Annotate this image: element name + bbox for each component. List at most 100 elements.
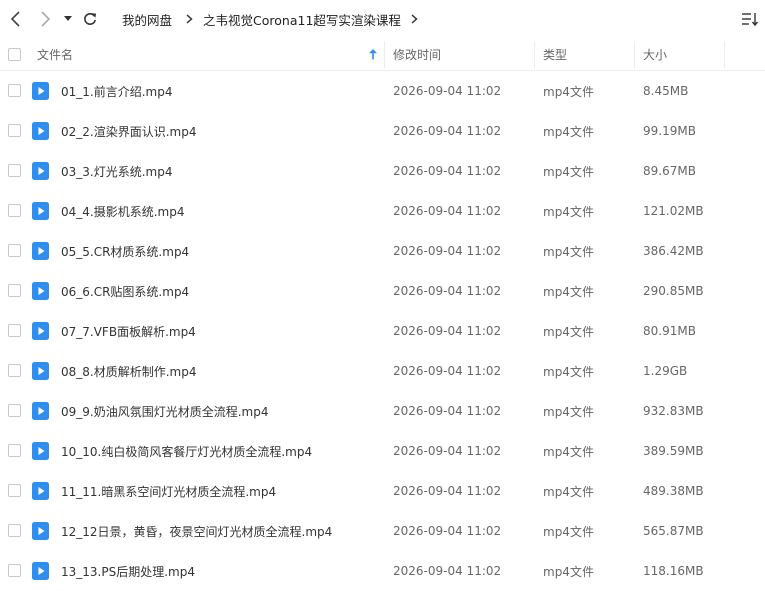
file-name[interactable]: 04_4.摄影机系统.mp4 [61, 191, 184, 231]
row-checkbox[interactable] [8, 364, 21, 377]
file-row[interactable]: 09_9.奶油风氛围灯光材质全流程.mp4 2026-09-04 11:02 m… [0, 391, 765, 431]
video-file-icon [32, 82, 49, 100]
row-checkbox[interactable] [8, 284, 21, 297]
file-modified: 2026-09-04 11:02 [393, 124, 502, 138]
column-header: 文件名 修改时间 类型 大小 [0, 39, 765, 71]
file-type: mp4文件 [543, 204, 594, 219]
file-modified: 2026-09-04 11:02 [393, 444, 502, 458]
column-divider[interactable] [384, 41, 385, 68]
refresh-button[interactable] [80, 9, 100, 29]
file-row[interactable]: 04_4.摄影机系统.mp4 2026-09-04 11:02 mp4文件 12… [0, 191, 765, 231]
file-name[interactable]: 12_12日景，黄昏，夜景空间灯光材质全流程.mp4 [61, 511, 332, 551]
row-checkbox[interactable] [8, 524, 21, 537]
file-row[interactable]: 08_8.材质解析制作.mp4 2026-09-04 11:02 mp4文件 1… [0, 351, 765, 391]
row-checkbox[interactable] [8, 244, 21, 257]
video-file-icon [32, 482, 49, 500]
row-checkbox[interactable] [8, 404, 21, 417]
file-name[interactable]: 08_8.材质解析制作.mp4 [61, 351, 196, 391]
file-row[interactable]: 10_10.纯白极简风客餐厅灯光材质全流程.mp4 2026-09-04 11:… [0, 431, 765, 471]
column-type-header[interactable]: 类型 [543, 39, 567, 70]
file-modified: 2026-09-04 11:02 [393, 404, 502, 418]
row-checkbox[interactable] [8, 124, 21, 137]
file-type: mp4文件 [543, 164, 594, 179]
row-checkbox[interactable] [8, 484, 21, 497]
column-name-header[interactable]: 文件名 [37, 39, 73, 70]
video-file-icon [32, 562, 49, 580]
file-type: mp4文件 [543, 84, 594, 99]
breadcrumb: 我的网盘 之韦视觉Corona11超写实渲染课程 [122, 10, 418, 28]
file-modified: 2026-09-04 11:02 [393, 524, 502, 538]
video-file-icon [32, 522, 49, 540]
file-row[interactable]: 11_11.暗黑系空间灯光材质全流程.mp4 2026-09-04 11:02 … [0, 471, 765, 511]
video-file-icon [32, 282, 49, 300]
file-name[interactable]: 06_6.CR贴图系统.mp4 [61, 271, 189, 311]
file-size: 489.38MB [643, 484, 704, 498]
file-size: 565.87MB [643, 524, 704, 538]
breadcrumb-expand-icon[interactable] [411, 14, 418, 24]
file-modified: 2026-09-04 11:02 [393, 244, 502, 258]
file-row[interactable]: 01_1.前言介绍.mp4 2026-09-04 11:02 mp4文件 8.4… [0, 71, 765, 111]
column-type-label: 类型 [543, 48, 568, 62]
file-name[interactable]: 03_3.灯光系统.mp4 [61, 151, 172, 191]
file-row[interactable]: 03_3.灯光系统.mp4 2026-09-04 11:02 mp4文件 89.… [0, 151, 765, 191]
column-size-header[interactable]: 大小 [643, 39, 667, 70]
refresh-icon [84, 12, 96, 25]
breadcrumb-current-folder[interactable]: 之韦视觉Corona11超写实渲染课程 [203, 10, 401, 29]
file-modified: 2026-09-04 11:02 [393, 204, 502, 218]
file-type: mp4文件 [543, 404, 594, 419]
column-divider[interactable] [534, 41, 535, 68]
caret-down-icon [64, 16, 72, 21]
select-all-checkbox[interactable] [8, 48, 21, 61]
sort-list-icon [742, 13, 759, 27]
row-checkbox[interactable] [8, 564, 21, 577]
file-name[interactable]: 09_9.奶油风氛围灯光材质全流程.mp4 [61, 391, 268, 431]
file-name[interactable]: 10_10.纯白极简风客餐厅灯光材质全流程.mp4 [61, 431, 312, 471]
file-type: mp4文件 [543, 124, 594, 139]
file-name[interactable]: 05_5.CR材质系统.mp4 [61, 231, 189, 271]
video-file-icon [32, 322, 49, 340]
file-size: 89.67MB [643, 164, 696, 178]
row-checkbox[interactable] [8, 324, 21, 337]
history-dropdown-button[interactable] [61, 9, 75, 29]
file-row[interactable]: 05_5.CR材质系统.mp4 2026-09-04 11:02 mp4文件 3… [0, 231, 765, 271]
file-name[interactable]: 11_11.暗黑系空间灯光材质全流程.mp4 [61, 471, 276, 511]
file-type: mp4文件 [543, 244, 594, 259]
breadcrumb-root[interactable]: 我的网盘 [122, 10, 172, 29]
file-modified: 2026-09-04 11:02 [393, 284, 502, 298]
row-checkbox[interactable] [8, 204, 21, 217]
row-checkbox[interactable] [8, 444, 21, 457]
video-file-icon [32, 362, 49, 380]
file-row[interactable]: 07_7.VFB面板解析.mp4 2026-09-04 11:02 mp4文件 … [0, 311, 765, 351]
file-name[interactable]: 02_2.渲染界面认识.mp4 [61, 111, 196, 151]
sort-ascending-icon[interactable] [369, 39, 377, 70]
file-size: 389.59MB [643, 444, 704, 458]
video-file-icon [32, 202, 49, 220]
video-file-icon [32, 122, 49, 140]
video-file-icon [32, 402, 49, 420]
row-checkbox[interactable] [8, 164, 21, 177]
file-row[interactable]: 02_2.渲染界面认识.mp4 2026-09-04 11:02 mp4文件 9… [0, 111, 765, 151]
sort-view-button[interactable] [741, 11, 759, 27]
file-type: mp4文件 [543, 284, 594, 299]
column-modified-header[interactable]: 修改时间 [393, 39, 441, 70]
row-checkbox[interactable] [8, 84, 21, 97]
video-file-icon [32, 162, 49, 180]
file-row[interactable]: 12_12日景，黄昏，夜景空间灯光材质全流程.mp4 2026-09-04 11… [0, 511, 765, 551]
chevron-left-icon [10, 11, 20, 27]
column-divider[interactable] [724, 41, 725, 68]
file-size: 80.91MB [643, 324, 696, 338]
file-name[interactable]: 01_1.前言介绍.mp4 [61, 71, 172, 111]
file-type: mp4文件 [543, 484, 594, 499]
file-modified: 2026-09-04 11:02 [393, 324, 502, 338]
back-button[interactable] [6, 9, 26, 29]
file-row[interactable]: 06_6.CR贴图系统.mp4 2026-09-04 11:02 mp4文件 2… [0, 271, 765, 311]
file-name[interactable]: 13_13.PS后期处理.mp4 [61, 551, 195, 591]
file-type: mp4文件 [543, 324, 594, 339]
file-type: mp4文件 [543, 364, 594, 379]
column-divider[interactable] [634, 41, 635, 68]
file-row[interactable]: 13_13.PS后期处理.mp4 2026-09-04 11:02 mp4文件 … [0, 551, 765, 591]
chevron-right-icon [41, 11, 51, 27]
file-size: 99.19MB [643, 124, 696, 138]
file-name[interactable]: 07_7.VFB面板解析.mp4 [61, 311, 196, 351]
forward-button[interactable] [35, 9, 55, 29]
